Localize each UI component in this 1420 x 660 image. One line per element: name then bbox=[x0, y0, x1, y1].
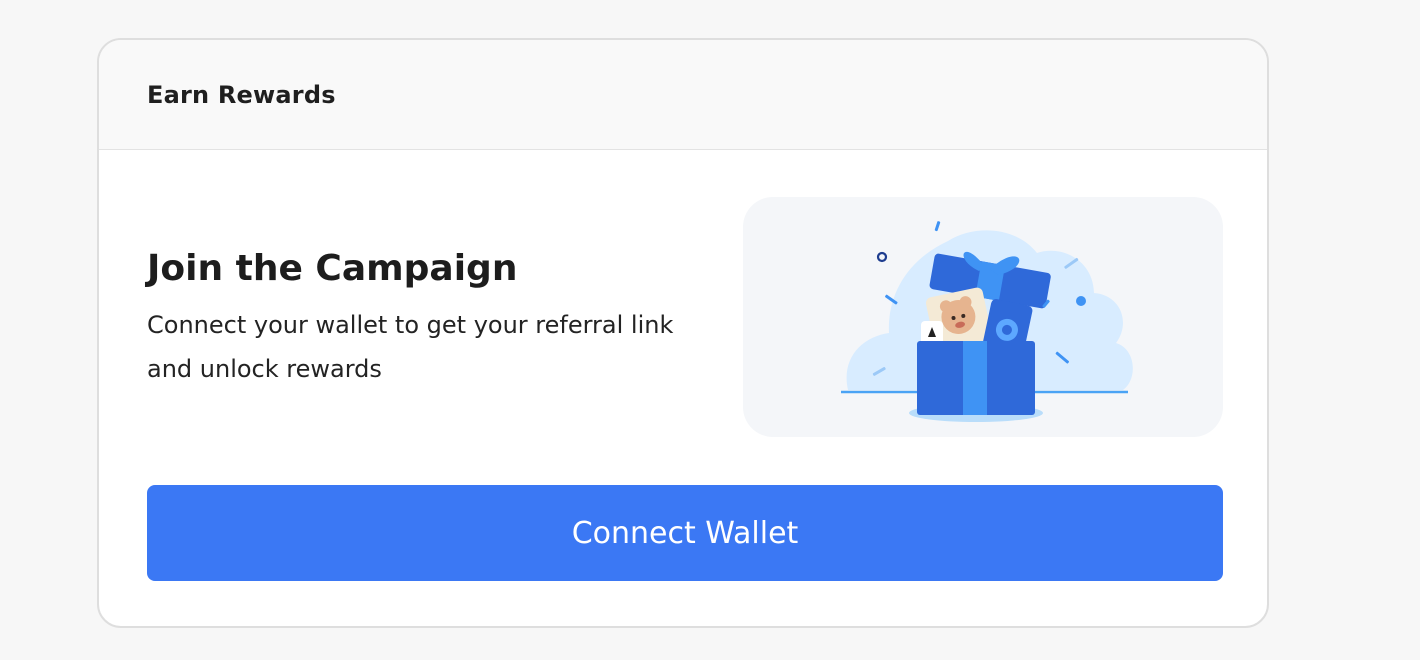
gift-illustration bbox=[743, 197, 1223, 437]
card-title: Earn Rewards bbox=[147, 80, 336, 109]
campaign-description: Connect your wallet to get your referral… bbox=[147, 311, 674, 383]
gift-box-icon bbox=[841, 221, 1133, 422]
card-header: Earn Rewards bbox=[99, 40, 1267, 150]
campaign-copy: Join the Campaign Connect your wallet to… bbox=[147, 247, 707, 391]
card-body: Join the Campaign Connect your wallet to… bbox=[99, 150, 1267, 626]
connect-wallet-button[interactable]: Connect Wallet bbox=[147, 485, 1223, 581]
campaign-heading: Join the Campaign bbox=[147, 248, 518, 289]
rewards-card: Earn Rewards Join the Campaign Connect y… bbox=[97, 38, 1269, 628]
